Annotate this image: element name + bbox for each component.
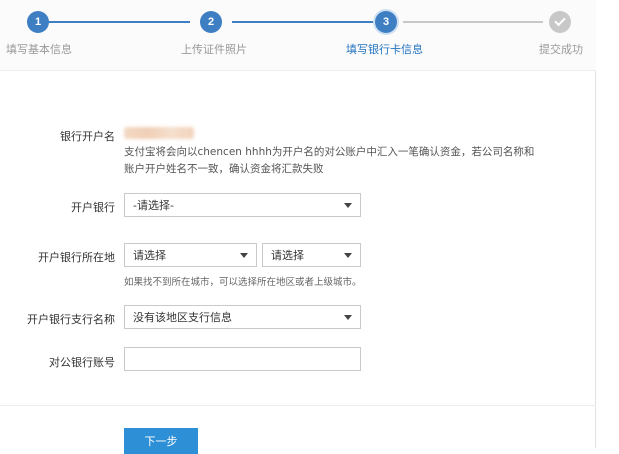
check-icon [554,14,566,27]
step-connector-2-3 [232,21,375,23]
branch-select-value: 没有该地区支行信息 [133,311,232,324]
step-2-circle: 2 [200,11,222,33]
step-3-label: 填写银行卡信息 [346,43,423,56]
account-name-hint-line1: 支付宝将会向以chencen hhhh为开户名的对公账户中汇入一笔确认资金，若公… [124,146,535,158]
account-name-value-blurred [124,127,194,139]
account-name-label: 银行开户名 [60,130,115,143]
step-connector-1-2 [47,21,190,23]
step-1-circle: 1 [27,11,49,33]
branch-select[interactable]: 没有该地区支行信息 [124,305,361,329]
step-3-circle: 3 [375,11,397,33]
stepper-area [0,0,596,70]
account-number-input[interactable] [124,347,361,371]
step-4-circle [549,11,571,33]
branch-label: 开户银行支行名称 [27,313,115,326]
chevron-down-icon [344,315,352,320]
chevron-down-icon [240,253,248,258]
bank-label: 开户银行 [71,201,115,214]
account-name-hint-line2: 账户开户姓名不一致，确认资金将汇款失败 [124,163,324,175]
account-name-hint: 支付宝将会向以chencen hhhh为开户名的对公账户中汇入一笔确认资金，若公… [124,144,564,178]
chevron-down-icon [344,253,352,258]
divider-bottom [0,405,596,406]
province-select[interactable]: 请选择 [124,243,257,267]
location-hint: 如果找不到所在城市，可以选择所在地区或者上级城市。 [124,277,362,288]
bank-select[interactable]: -请选择- [124,193,361,217]
divider [0,70,596,71]
step-4-label: 提交成功 [539,43,583,56]
account-number-label: 对公银行账号 [49,356,115,369]
city-select-value: 请选择 [271,249,304,262]
location-label: 开户银行所在地 [38,251,115,264]
step-1-label: 填写基本信息 [6,43,72,56]
step-2-label: 上传证件照片 [181,43,247,56]
step-connector-3-4 [403,21,543,23]
province-select-value: 请选择 [133,249,166,262]
next-button[interactable]: 下一步 [124,428,198,454]
city-select[interactable]: 请选择 [262,243,361,267]
page-frame: 1 2 3 填写基本信息 上传证件照片 填写银行卡信息 提交成功 银行开户名 支… [0,0,596,454]
bank-select-value: -请选择- [133,199,174,212]
chevron-down-icon [344,203,352,208]
